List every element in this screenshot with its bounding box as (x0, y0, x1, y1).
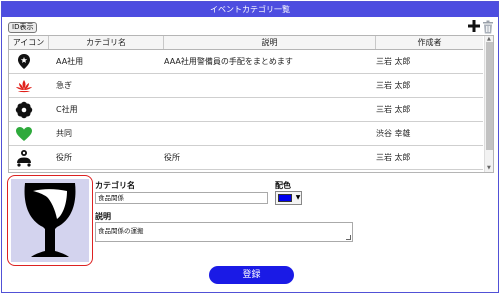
table-row[interactable]: 役所 役所 三岩 太郎 (9, 146, 483, 170)
category-table: アイコン カテゴリ名 説明 作成者 AA社用 AAA社用警備員の手配をまとめます… (8, 35, 494, 173)
col-description[interactable]: 説明 (164, 36, 376, 49)
preview-image (11, 179, 89, 262)
people-icon (17, 150, 31, 167)
heart-icon (16, 127, 32, 141)
table-scrollbar[interactable]: ▲ ▼ (484, 36, 493, 172)
map-pin-icon (18, 54, 30, 69)
row-description: 役所 (164, 153, 180, 162)
row-name: 役所 (56, 153, 72, 162)
row-name: AA社用 (56, 57, 84, 66)
table-row[interactable]: AA社用 AAA社用警備員の手配をまとめます 三岩 太郎 (9, 50, 483, 74)
event-category-window: イベントカテゴリ一覧 ID表示 アイコン カテゴリ名 説明 作成者 AA社用 A… (1, 1, 499, 293)
row-name: C社用 (56, 105, 78, 114)
id-toggle-button[interactable]: ID表示 (8, 22, 38, 33)
table-row[interactable]: 共同 渋谷 幸雄 (9, 122, 483, 146)
trash-icon[interactable] (482, 20, 494, 34)
row-author: 三岩 太郎 (376, 105, 411, 114)
register-button[interactable]: 登録 (209, 266, 294, 284)
row-author: 三岩 太郎 (376, 81, 411, 90)
description-textarea[interactable]: 食品関係の運搬 (95, 222, 353, 242)
row-author: 三岩 太郎 (376, 153, 411, 162)
col-author[interactable]: 作成者 (376, 36, 483, 49)
name-label: カテゴリ名 (95, 181, 135, 190)
color-label: 配色 (275, 181, 291, 190)
table-row[interactable]: C社用 三岩 太郎 (9, 98, 483, 122)
scroll-down-icon[interactable]: ▼ (487, 165, 491, 171)
category-name-input[interactable]: 食品関係 (95, 192, 268, 204)
row-name: 急ぎ (56, 81, 72, 90)
icon-preview[interactable] (7, 175, 93, 266)
description-text: 食品関係の運搬 (98, 227, 144, 235)
table-row[interactable]: 急ぎ 三岩 太郎 (9, 74, 483, 98)
col-icon[interactable]: アイコン (9, 36, 49, 49)
chevron-down-icon[interactable]: ▼ (294, 192, 302, 204)
row-author: 三岩 太郎 (376, 57, 411, 66)
row-author: 渋谷 幸雄 (376, 129, 411, 138)
table-header: アイコン カテゴリ名 説明 作成者 (9, 36, 483, 50)
color-swatch (278, 194, 292, 202)
row-description: AAA社用警備員の手配をまとめます (164, 57, 293, 66)
description-label: 説明 (95, 212, 111, 221)
plus-icon[interactable] (467, 19, 481, 33)
row-name: 共同 (56, 129, 72, 138)
col-name[interactable]: カテゴリ名 (49, 36, 164, 49)
resize-grip-icon[interactable] (346, 235, 351, 240)
scroll-thumb[interactable] (486, 42, 493, 150)
lotus-icon (16, 80, 32, 93)
flower-icon (15, 101, 33, 119)
wine-glass-icon (24, 183, 76, 257)
window-title: イベントカテゴリ一覧 (2, 2, 498, 17)
color-picker[interactable]: ▼ (275, 191, 302, 205)
